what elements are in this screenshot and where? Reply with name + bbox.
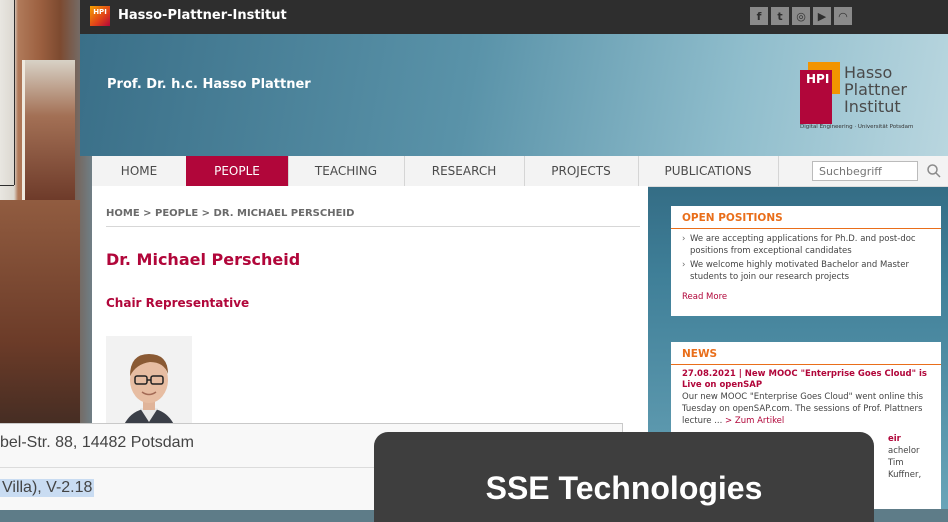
address-line: bel-Str. 88, 14482 Potsdam [0,434,194,451]
rss-icon[interactable]: ◠ [834,7,852,25]
instagram-icon[interactable]: ◎ [792,7,810,25]
nav-research[interactable]: RESEARCH [404,156,525,186]
twitter-icon[interactable]: t [771,7,789,25]
window-frame-edge [14,0,15,185]
open-position-item[interactable]: We welcome highly motivated Bachelor and… [682,259,931,283]
open-positions-title: OPEN POSITIONS [671,206,941,229]
background-building [22,60,75,200]
news-article-link[interactable]: > Zum Artikel [725,416,784,426]
news-partial-text-2: Tim Kuffner, [888,458,922,480]
search-input[interactable] [812,161,918,181]
hpi-logo-subtitle: Digital Engineering · Universität Potsda… [800,124,914,130]
nav-projects[interactable]: PROJECTS [524,156,639,186]
search-icon[interactable] [926,163,942,179]
nav-home[interactable]: HOME [92,156,187,186]
profile-photo [106,336,192,436]
social-links: f t ◎ ▶ ◠ [750,7,852,25]
sse-title: SSE Technologies [485,470,763,506]
site-header: Prof. Dr. h.c. Hasso Plattner HPI Hasso … [80,34,948,156]
site-name-link[interactable]: Hasso-Plattner-Institut [118,8,287,23]
open-positions-panel: OPEN POSITIONS We are accepting applicat… [671,206,941,316]
news-partial-text: achelor [888,446,920,456]
chair-title[interactable]: Prof. Dr. h.c. Hasso Plattner [107,77,311,92]
nav-teaching[interactable]: TEACHING [288,156,405,186]
news-title: NEWS [671,342,941,365]
youtube-icon[interactable]: ▶ [813,7,831,25]
top-bar: HPI Hasso-Plattner-Institut f t ◎ ▶ ◠ [80,0,948,34]
nav-publications[interactable]: PUBLICATIONS [638,156,779,186]
hpi-logo[interactable]: HPI Hasso Plattner Institut Digital Engi… [800,62,940,134]
open-position-item[interactable]: We are accepting applications for Ph.D. … [682,233,931,257]
main-navigation: HOME PEOPLE TEACHING RESEARCH PROJECTS P… [92,156,948,187]
page-title: Dr. Michael Perscheid [106,250,301,269]
news-body: Our new MOOC "Enterprise Goes Cloud" wen… [682,392,924,426]
nav-people[interactable]: PEOPLE [186,156,289,186]
news-headline-link[interactable]: 27.08.2021 | New MOOC "Enterprise Goes C… [682,369,931,391]
hpi-logo-wordmark: Hasso Plattner Institut [844,63,908,116]
read-more-link[interactable]: Read More [682,291,931,303]
window-frame-edge-bottom [0,185,14,186]
hpi-logo-badge[interactable]: HPI [90,6,110,26]
breadcrumb[interactable]: HOME > PEOPLE > DR. MICHAEL PERSCHEID [106,208,354,219]
news-partial-headline[interactable]: eir [888,433,931,445]
hpi-logo-mark: HPI [800,62,840,132]
person-role: Chair Representative [106,296,250,310]
breadcrumb-divider [106,226,640,227]
facebook-icon[interactable]: f [750,7,768,25]
office-room: Villa), V-2.18 [0,479,95,497]
background-building-lower [0,200,80,440]
